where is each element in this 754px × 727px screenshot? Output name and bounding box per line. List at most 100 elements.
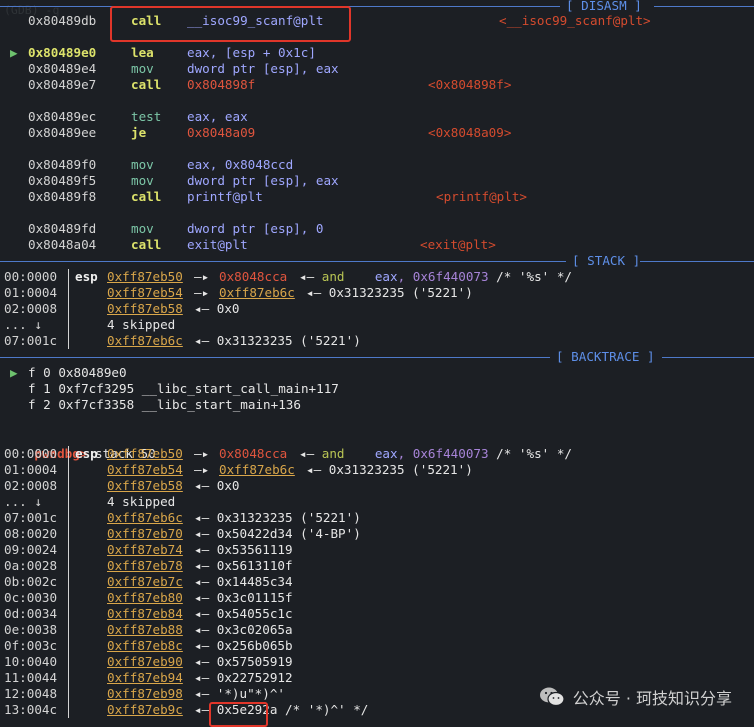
stack-separator-line <box>0 261 566 262</box>
stack-address[interactable]: 0xff87eb6c <box>107 510 183 526</box>
stack-offset: 0a:0028 <box>4 558 58 573</box>
disasm-opcode: mov <box>131 61 154 76</box>
stack-address[interactable]: 0xff87eb58 <box>107 301 183 317</box>
disasm-address: 0x80489ee <box>28 125 97 140</box>
disasm-operand: dword ptr [esp], eax <box>187 173 339 188</box>
stack-address[interactable]: 0xff87eb88 <box>107 622 183 638</box>
disasm-separator-label: [ DISASM ] <box>566 0 642 14</box>
stack-value: —▸ <box>194 269 210 284</box>
stack-value: ◂— 0x50422d34 ('4-BP') <box>194 526 361 541</box>
disasm-operand: eax, eax <box>187 109 248 124</box>
disasm-opcode: mov <box>131 173 154 188</box>
backtrace-frame[interactable]: f 2 0xf7cf3358 __libc_start_main+136 <box>28 397 301 413</box>
stack-value: ◂— 0x0 <box>194 301 240 316</box>
skipped-note: 4 skipped <box>107 494 176 509</box>
stack-value: ◂— 0x14485c34 <box>194 574 293 589</box>
backtrace-separator-line-right <box>662 357 754 358</box>
stack-value: ◂— 0x54055c1c <box>194 606 293 621</box>
stack-address[interactable]: 0xff87eb9c <box>107 702 183 718</box>
stack-offset: 11:0044 <box>4 670 58 685</box>
disasm-opcode: mov <box>131 221 154 236</box>
disasm-operand: eax, 0x8048ccd <box>187 157 294 172</box>
stack-offset: 13:004c <box>4 702 58 717</box>
stack-value: ◂— 0x53561119 <box>194 542 293 557</box>
stack-offset: ... ↓ <box>4 494 42 509</box>
disasm-address: 0x80489ec <box>28 109 97 124</box>
stack-address[interactable]: 0xff87eb80 <box>107 590 183 606</box>
highlight-box-scanf <box>110 6 351 42</box>
disasm-opcode: lea <box>131 45 154 60</box>
stack-offset: 0b:002c <box>4 574 58 589</box>
skipped-note: 4 skipped <box>107 317 176 332</box>
stack-address[interactable]: 0xff87eb94 <box>107 670 183 686</box>
stack-offset: 0d:0034 <box>4 606 58 621</box>
stack-address[interactable]: 0xff87eb84 <box>107 606 183 622</box>
stack-address[interactable]: 0xff87eb7c <box>107 574 183 590</box>
stack-separator-line-right <box>632 261 754 262</box>
stack-offset: 07:001c <box>4 333 58 348</box>
current-line-marker: ▶ <box>10 45 18 60</box>
disasm-opcode: je <box>131 125 147 140</box>
disasm-address: 0x80489f0 <box>28 157 97 172</box>
stack-offset: 08:0020 <box>4 526 58 541</box>
stack-deref: ◂— 0x31323235 ('5221') <box>306 462 473 477</box>
stack-address[interactable]: 0xff87eb8c <box>107 638 183 654</box>
stack-value: ◂— 0x57505919 <box>194 654 293 669</box>
backtrace-frame[interactable]: f 0 0x80489e0 <box>28 365 127 381</box>
stack-address[interactable]: 0xff87eb78 <box>107 558 183 574</box>
disasm-address: 0x80489e7 <box>28 77 97 92</box>
stack-address[interactable]: 0xff87eb70 <box>107 526 183 542</box>
disasm-operand: dword ptr [esp], 0 <box>187 221 324 236</box>
stack-pointer-target: 0x8048cca <box>219 269 288 284</box>
disasm-operand: exit@plt <box>187 237 248 252</box>
watermark-text: 公众号 · 珂技知识分享 <box>572 689 732 708</box>
stack-address[interactable]: 0xff87eb98 <box>107 686 183 702</box>
disasm-operand: dword ptr [esp], eax <box>187 61 339 76</box>
stack-value: ◂— 0x3c01115f <box>194 590 293 605</box>
command-line[interactable]: pwndbg> stack 50 <box>4 430 155 461</box>
highlight-box-value <box>209 702 268 727</box>
disasm-opcode: call <box>131 77 162 92</box>
stack-separator-label: [ STACK ] <box>572 253 641 269</box>
disasm-address: 0x80489fd <box>28 221 97 236</box>
stack-deref: ◂— and eax, 0x6f440073 /* '%s' */ <box>299 446 572 461</box>
disasm-address: 0x80489f8 <box>28 189 97 204</box>
stack-address[interactable]: 0xff87eb50 <box>107 269 183 285</box>
disasm-address: 0x80489f5 <box>28 173 97 188</box>
stack-offset: 02:0008 <box>4 478 58 493</box>
stack-offset: 00:0000 <box>4 446 58 461</box>
stack-offset: ... ↓ <box>4 317 42 332</box>
stack-address[interactable]: 0xff87eb6c <box>107 333 183 349</box>
disasm-branch-target: <__isoc99_scanf@plt> <box>499 13 651 28</box>
stack-value: —▸ <box>194 285 210 300</box>
backtrace-separator-label: [ BACKTRACE ] <box>556 349 655 365</box>
stack-value: ◂— 0x31323235 ('5221') <box>194 510 361 525</box>
disasm-operand: 0x804898f <box>187 77 256 92</box>
stack-address[interactable]: 0xff87eb90 <box>107 654 183 670</box>
stack-offset: 00:0000 <box>4 269 58 284</box>
stack-address[interactable]: 0xff87eb54 <box>107 285 183 301</box>
stack-address[interactable]: 0xff87eb58 <box>107 478 183 494</box>
stack-value: ◂— 0x22752912 <box>194 670 293 685</box>
stack-deref: ◂— 0x31323235 ('5221') <box>306 285 473 300</box>
stack-pointer-target[interactable]: 0xff87eb6c <box>219 285 295 301</box>
stack-value: ◂— 0x31323235 ('5221') <box>194 333 361 348</box>
stack-offset: 09:0024 <box>4 542 58 557</box>
stack-address[interactable]: 0xff87eb54 <box>107 462 183 478</box>
stack-offset: 0f:003c <box>4 638 58 653</box>
backtrace-frame[interactable]: f 1 0xf7cf3295 __libc_start_call_main+11… <box>28 381 339 397</box>
disasm-address: 0x8048a04 <box>28 237 97 252</box>
disasm-opcode: mov <box>131 157 154 172</box>
disasm-opcode: test <box>131 109 162 124</box>
terminal-window[interactable]: (GDB) -q [ DISASM ] 0x80489db call __isoc9… <box>0 0 754 727</box>
stack-offset: 07:001c <box>4 510 58 525</box>
stack-address[interactable]: 0xff87eb74 <box>107 542 183 558</box>
stack-pointer-target: 0x8048cca <box>219 446 288 461</box>
stack-offset: 12:0048 <box>4 686 58 701</box>
stack-deref: ◂— and eax, 0x6f440073 /* '%s' */ <box>299 269 572 284</box>
disasm-branch-target: <0x804898f> <box>428 77 512 92</box>
stack-pointer-target[interactable]: 0xff87eb6c <box>219 462 295 478</box>
backtrace-separator-line <box>0 357 550 358</box>
stack-address[interactable]: 0xff87eb50 <box>107 446 183 462</box>
disasm-address: 0x80489e0 <box>28 45 97 60</box>
